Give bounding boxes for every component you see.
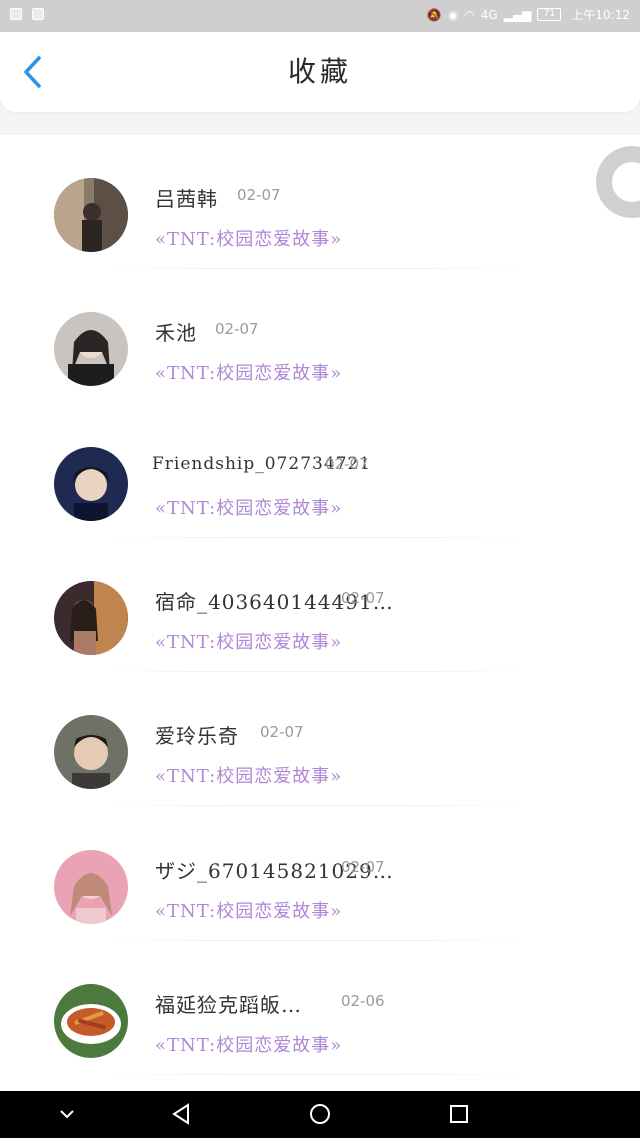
list-item[interactable]: 禾池 02-07 «TNT:校园恋爱故事» <box>0 269 640 403</box>
system-nav-bar <box>0 1091 640 1138</box>
avatar[interactable] <box>54 715 128 789</box>
avatar[interactable] <box>54 312 128 386</box>
list-item[interactable]: 吕茜韩 02-07 «TNT:校园恋爱故事» <box>0 135 640 269</box>
date-label: 02-07 <box>325 455 369 473</box>
avatar[interactable] <box>54 581 128 655</box>
favorites-list: 吕茜韩 02-07 «TNT:校园恋爱故事» 禾池 02-07 «TNT:校园恋… <box>0 135 640 1091</box>
user-name: 爱玲乐奇 <box>155 724 239 748</box>
mute-icon: 🔕 <box>426 7 442 22</box>
date-label: 02-07 <box>341 858 385 876</box>
nav-recents-button[interactable] <box>444 1099 474 1129</box>
list-item[interactable]: 宿命_403640144491… 02-07 «TNT:校园恋爱故事» <box>0 538 640 672</box>
story-link[interactable]: «TNT:校园恋爱故事» <box>155 897 342 923</box>
user-name: 福延猃克蹈皈… <box>155 993 302 1017</box>
floating-button-center <box>612 162 640 202</box>
divider <box>100 1074 530 1075</box>
date-label: 02-07 <box>260 723 304 741</box>
notification-icon <box>32 8 44 20</box>
page-title: 收藏 <box>287 55 352 88</box>
list-item[interactable]: 爱玲乐奇 02-07 «TNT:校园恋爱故事» <box>0 672 640 806</box>
divider <box>100 805 530 806</box>
circle-home-icon <box>310 1104 330 1124</box>
eye-icon: ◉ <box>447 7 459 22</box>
notification-icon <box>10 8 22 20</box>
chevron-down-icon <box>60 1110 74 1119</box>
avatar[interactable] <box>54 178 128 252</box>
user-name: 禾池 <box>155 321 197 345</box>
avatar[interactable] <box>54 447 128 521</box>
header: 收藏 <box>0 32 640 112</box>
date-label: 02-07 <box>215 320 259 338</box>
nav-home-button[interactable] <box>305 1099 335 1129</box>
user-name: 吕茜韩 <box>155 187 218 211</box>
triangle-back-icon <box>172 1103 189 1125</box>
nav-back-button[interactable] <box>166 1099 196 1129</box>
date-label: 02-07 <box>341 589 385 607</box>
story-link[interactable]: «TNT:校园恋爱故事» <box>155 225 342 251</box>
story-link[interactable]: «TNT:校园恋爱故事» <box>155 494 342 520</box>
avatar[interactable] <box>54 984 128 1058</box>
status-bar: 🔕 ◉ ◠ 4G ▂▄▆ 71 上午10:12 <box>0 0 640 32</box>
status-notification-icons <box>10 8 44 20</box>
date-label: 02-06 <box>341 992 385 1010</box>
wifi-icon: ◠ <box>464 7 475 22</box>
avatar[interactable] <box>54 850 128 924</box>
list-item[interactable]: ザジ_670145821029… 02-07 «TNT:校园恋爱故事» <box>0 807 640 941</box>
story-link[interactable]: «TNT:校园恋爱故事» <box>155 762 342 788</box>
story-link[interactable]: «TNT:校园恋爱故事» <box>155 359 342 385</box>
story-link[interactable]: «TNT:校园恋爱故事» <box>155 628 342 654</box>
square-recents-icon <box>450 1105 468 1123</box>
nav-down-button[interactable] <box>52 1099 82 1129</box>
network-label: 4G <box>480 7 498 22</box>
story-link[interactable]: «TNT:校园恋爱故事» <box>155 1031 342 1057</box>
list-item[interactable]: 福延猃克蹈皈… 02-06 «TNT:校园恋爱故事» <box>0 941 640 1075</box>
signal-icon: ▂▄▆ <box>503 7 532 22</box>
battery-icon: 71 <box>537 8 562 21</box>
status-time: 上午10:12 <box>571 8 630 22</box>
status-right: 🔕 ◉ ◠ 4G ▂▄▆ 71 上午10:12 <box>427 6 630 23</box>
date-label: 02-07 <box>237 186 281 204</box>
list-item[interactable]: Friendship_072734721 02-07 «TNT:校园恋爱故事» <box>0 404 640 538</box>
